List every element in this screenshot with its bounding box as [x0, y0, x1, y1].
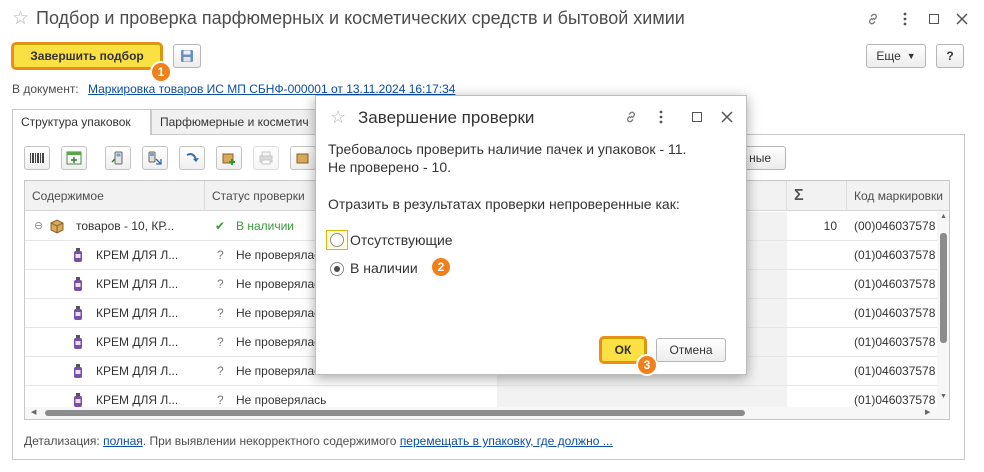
dialog-title: Завершение проверки: [358, 108, 535, 127]
help-button[interactable]: ?: [936, 44, 964, 68]
move-arrow-button[interactable]: [179, 146, 205, 170]
scroll-left-icon[interactable]: ◀: [31, 408, 36, 416]
vertical-scroll-thumb[interactable]: [940, 233, 947, 343]
row-content: КРЕМ ДЛЯ Л...: [96, 335, 179, 349]
row-content: КРЕМ ДЛЯ Л...: [96, 306, 179, 320]
question-icon: ?: [217, 277, 224, 291]
row-code: (01)046037578: [854, 335, 936, 349]
document-link[interactable]: Маркировка товаров ИС МП СБНФ-000001 от …: [88, 82, 455, 96]
row-content: КРЕМ ДЛЯ Л...: [96, 364, 179, 378]
close-icon[interactable]: [718, 108, 736, 126]
bottle-icon: [72, 299, 84, 327]
horizontal-scrollbar[interactable]: ◀ ▶: [25, 407, 939, 419]
more-menu-icon[interactable]: [896, 10, 914, 28]
link-icon[interactable]: [622, 108, 640, 126]
terminal-import-button[interactable]: [142, 146, 168, 170]
check-icon: ✔: [215, 219, 226, 233]
scroll-right-icon[interactable]: ▶: [925, 408, 930, 416]
group-count: 10: [823, 219, 837, 233]
radio-missing[interactable]: [330, 233, 344, 250]
terminal-icon: [148, 151, 162, 165]
print-button[interactable]: [253, 146, 279, 170]
row-status: Не проверялась: [236, 248, 327, 262]
maximize-icon[interactable]: [925, 10, 943, 28]
detail-middle-text: . При выявлении некорректного содержимог…: [142, 434, 397, 448]
maximize-icon[interactable]: [688, 108, 706, 126]
step-badge-2: 2: [430, 256, 452, 278]
header-code[interactable]: Код маркировки: [847, 181, 949, 211]
table-add-icon: [66, 151, 82, 165]
favorite-star-icon[interactable]: ☆: [330, 107, 346, 127]
step-badge-1: 1: [150, 61, 172, 83]
row-code: (01)046037578: [854, 306, 936, 320]
collapse-icon[interactable]: ⊖: [34, 212, 43, 240]
scanner-icon: [111, 151, 123, 165]
box-icon: [296, 153, 309, 164]
radio-in-stock[interactable]: [330, 261, 344, 276]
dialog-unchecked-text: Не проверено - 10.: [328, 159, 451, 175]
scanner-device-button[interactable]: [105, 146, 131, 170]
finish-selection-button[interactable]: Завершить подбор: [13, 44, 161, 68]
save-button[interactable]: [173, 44, 201, 68]
close-icon[interactable]: [953, 10, 971, 28]
bottle-icon: [72, 270, 84, 298]
question-icon: ?: [217, 248, 224, 262]
question-icon: ?: [217, 335, 224, 349]
favorite-star-icon[interactable]: ☆: [12, 9, 29, 29]
more-menu-icon[interactable]: [652, 108, 670, 126]
header-content[interactable]: Содержимое: [25, 181, 205, 211]
group-code: (00)046037578: [854, 219, 936, 233]
printer-icon: [259, 151, 273, 165]
row-status: Не проверялась: [236, 277, 327, 291]
add-package-button[interactable]: [216, 146, 242, 170]
floppy-disk-icon: [181, 50, 193, 62]
scan-barcode-button[interactable]: [24, 146, 50, 170]
detail-full-link[interactable]: полная: [103, 434, 143, 448]
more-button[interactable]: Еще ▼: [866, 44, 926, 68]
chevron-down-icon: ▼: [906, 51, 916, 61]
link-icon[interactable]: [864, 10, 882, 28]
document-prefix: В документ:: [12, 82, 79, 96]
row-code: (01)046037578: [854, 364, 936, 378]
bottle-icon: [72, 241, 84, 269]
radio-missing-label[interactable]: Отсутствующие: [350, 232, 453, 248]
row-status: Не проверялась: [236, 306, 327, 320]
detail-prefix: Детализация:: [24, 434, 100, 448]
row-content: КРЕМ ДЛЯ Л...: [96, 248, 179, 262]
package-add-icon: [222, 153, 235, 165]
row-status: Не проверялась: [236, 364, 327, 378]
dialog-required-text: Требовалось проверить наличие пачек и уп…: [328, 141, 687, 157]
row-content: КРЕМ ДЛЯ Л...: [96, 277, 179, 291]
more-button-label: Еще: [876, 49, 901, 63]
scroll-up-icon[interactable]: ▲: [940, 213, 947, 220]
finish-check-dialog: ☆ Завершение проверки Требовалось провер…: [315, 95, 747, 376]
tab-package-structure[interactable]: Структура упаковок: [12, 109, 151, 135]
horizontal-scroll-thumb[interactable]: [45, 410, 745, 416]
step-badge-3: 3: [636, 354, 658, 376]
cancel-button[interactable]: Отмена: [656, 338, 726, 362]
group-content: товаров - 10, КР...: [76, 219, 175, 233]
header-sum[interactable]: Σ: [787, 181, 847, 211]
question-icon: ?: [217, 306, 224, 320]
curved-arrow-icon: [186, 153, 199, 162]
dialog-question: Отразить в результатах проверки непровер…: [328, 196, 680, 212]
add-from-list-button[interactable]: [61, 146, 87, 170]
window-title: Подбор и проверка парфюмерных и косметич…: [36, 8, 685, 28]
barcode-icon: [30, 153, 44, 163]
row-code: (01)046037578: [854, 277, 936, 291]
question-icon: ?: [217, 364, 224, 378]
move-to-package-link[interactable]: перемещать в упаковку, где должно ...: [400, 434, 613, 448]
bottle-icon: [72, 328, 84, 356]
box-icon: [49, 212, 65, 240]
tab-perfume-cosmetics[interactable]: Парфюмерные и косметич: [151, 109, 321, 135]
radio-in-stock-label[interactable]: В наличии: [350, 260, 418, 276]
vertical-scrollbar[interactable]: ▲ ▼: [937, 211, 949, 419]
package-button[interactable]: [290, 146, 316, 170]
row-status: Не проверялась: [236, 335, 327, 349]
bottle-icon: [72, 357, 84, 385]
row-code: (01)046037578: [854, 248, 936, 262]
scroll-down-icon[interactable]: ▼: [940, 393, 947, 400]
group-status: В наличии: [236, 219, 295, 233]
